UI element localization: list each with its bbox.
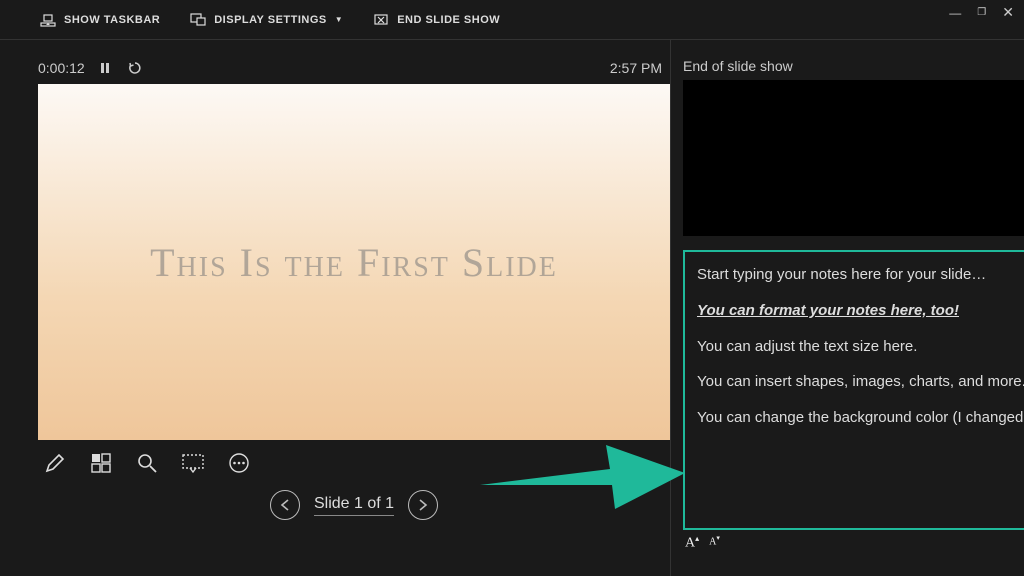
slide-title: This Is the First Slide	[150, 239, 558, 286]
notes-panel: Start typing your notes here for your sl…	[683, 250, 1024, 530]
elapsed-time: 0:00:12	[38, 60, 85, 76]
show-taskbar-button[interactable]: SHOW TASKBAR	[40, 12, 160, 28]
notes-line: You can insert shapes, images, charts, a…	[697, 371, 1024, 393]
slide-tools	[38, 450, 670, 476]
notes-line: You can adjust the text size here.	[697, 336, 1024, 358]
display-settings-button[interactable]: DISPLAY SETTINGS ▼	[190, 12, 343, 28]
top-toolbar: SHOW TASKBAR DISPLAY SETTINGS ▼ END SLID…	[0, 0, 1024, 40]
show-taskbar-label: SHOW TASKBAR	[64, 14, 160, 26]
pen-tool-button[interactable]	[42, 450, 68, 476]
window-controls: — ❐ ✕	[949, 4, 1014, 21]
next-slide-label: End of slide show	[683, 58, 1024, 74]
end-slideshow-label: END SLIDE SHOW	[397, 14, 500, 26]
prev-slide-button[interactable]	[270, 490, 300, 520]
restore-button[interactable]: ❐	[977, 7, 986, 18]
display-settings-label: DISPLAY SETTINGS	[214, 14, 327, 26]
current-slide[interactable]: This Is the First Slide	[38, 84, 670, 440]
next-slide-button[interactable]	[408, 490, 438, 520]
notes-line: You can change the background color (I c…	[697, 407, 1024, 429]
pause-button[interactable]	[95, 58, 115, 78]
all-slides-button[interactable]	[88, 450, 114, 476]
timer-row: 0:00:12 2:57 PM	[38, 58, 670, 78]
next-slide-preview[interactable]	[683, 80, 1024, 236]
minimize-button[interactable]: —	[949, 6, 961, 20]
black-screen-button[interactable]	[180, 450, 206, 476]
slide-counter[interactable]: Slide 1 of 1	[314, 495, 394, 516]
notes-text[interactable]: Start typing your notes here for your sl…	[697, 264, 1024, 518]
font-increase-button[interactable]: A▴	[685, 534, 699, 552]
notes-line: Start typing your notes here for your sl…	[697, 264, 1024, 286]
notes-line: You can format your notes here, too!	[697, 300, 1024, 322]
presenter-side: End of slide show Start typing your note…	[670, 40, 1024, 576]
slide-nav: Slide 1 of 1	[38, 490, 670, 520]
close-button[interactable]: ✕	[1002, 4, 1014, 21]
notes-font-controls: A▴ A▾	[683, 534, 1024, 552]
taskbar-icon	[40, 12, 56, 28]
end-slideshow-button[interactable]: END SLIDE SHOW	[373, 12, 500, 28]
display-settings-icon	[190, 12, 206, 28]
font-decrease-button[interactable]: A▾	[709, 534, 720, 552]
zoom-button[interactable]	[134, 450, 160, 476]
dropdown-icon: ▼	[335, 15, 343, 24]
presenter-main: 0:00:12 2:57 PM This Is the First Slide	[0, 40, 670, 576]
restart-timer-button[interactable]	[125, 58, 145, 78]
clock-time: 2:57 PM	[610, 60, 662, 76]
end-show-icon	[373, 12, 389, 28]
more-options-button[interactable]	[226, 450, 252, 476]
